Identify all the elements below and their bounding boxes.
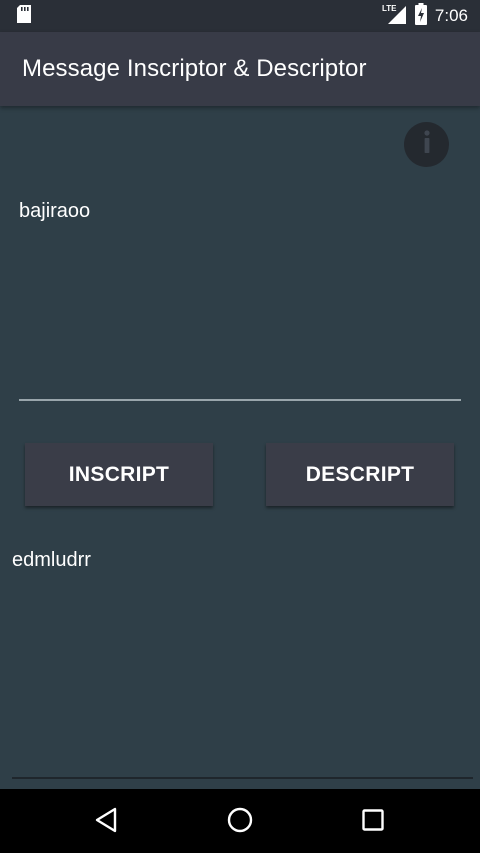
- inscript-button[interactable]: INSCRIPT: [25, 443, 213, 506]
- result-underline: [12, 777, 473, 779]
- back-button[interactable]: [90, 805, 124, 839]
- message-input-underline: [19, 399, 461, 401]
- battery-charging-icon: [414, 2, 427, 30]
- home-icon: [226, 806, 254, 839]
- status-bar: LTE 7:06: [0, 0, 480, 32]
- descript-button[interactable]: DESCRIPT: [266, 443, 454, 506]
- home-button[interactable]: [223, 805, 257, 839]
- lte-signal-icon: LTE: [381, 3, 407, 30]
- navigation-bar: [0, 789, 480, 853]
- status-time: 7:06: [434, 6, 468, 25]
- svg-text:LTE: LTE: [382, 4, 397, 13]
- app-title: Message Inscriptor & Descriptor: [22, 55, 367, 82]
- info-icon: [421, 130, 433, 159]
- recents-icon: [361, 808, 385, 837]
- status-icons: LTE 7:06: [381, 2, 468, 30]
- app-bar: Message Inscriptor & Descriptor: [0, 32, 480, 106]
- recents-button[interactable]: [356, 805, 390, 839]
- info-button[interactable]: [404, 122, 449, 167]
- result-text[interactable]: edmludrr: [12, 549, 468, 572]
- message-input[interactable]: bajiraoo: [19, 200, 459, 223]
- sd-card-icon: [16, 4, 32, 29]
- back-icon: [94, 807, 120, 838]
- main-content: bajiraoo INSCRIPT DESCRIPT edmludrr: [0, 106, 480, 789]
